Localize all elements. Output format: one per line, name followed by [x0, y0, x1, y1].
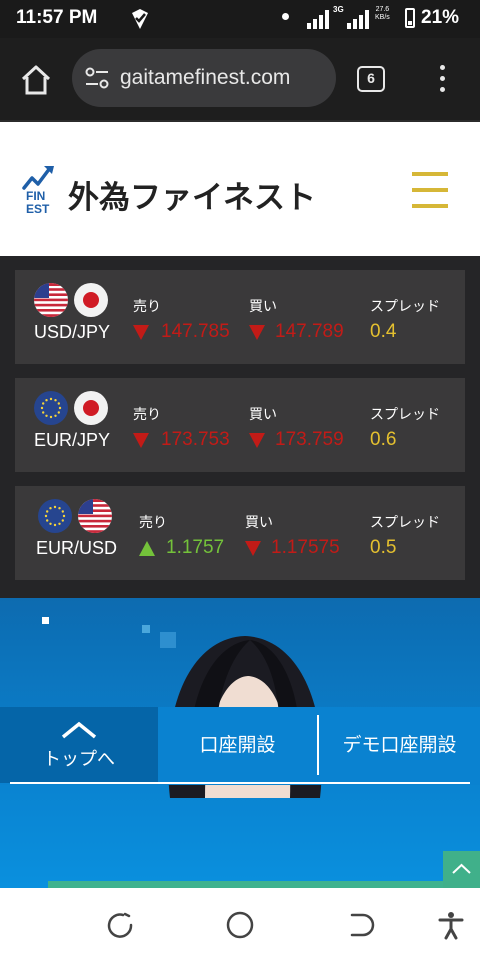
decor-square	[142, 625, 150, 633]
buy-rate: 173.759	[275, 429, 344, 450]
network-type: 3G	[333, 5, 344, 14]
battery-icon	[405, 8, 415, 28]
eu-flag-icon	[34, 391, 68, 425]
finest-logo-icon[interactable]: FIN EST	[22, 164, 66, 214]
network-speed: 27.6 KB/s	[375, 6, 390, 21]
svg-text:FIN: FIN	[26, 189, 45, 203]
address-bar[interactable]: gaitamefinest.com	[72, 49, 336, 107]
back-to-top-label: トップへ	[43, 749, 115, 770]
status-time: 11:57 PM	[16, 7, 98, 28]
spread-value: 0.4	[370, 321, 397, 342]
url-text[interactable]: gaitamefinest.com	[120, 66, 290, 90]
us-flag-icon	[78, 499, 112, 533]
accessibility-icon[interactable]	[436, 910, 466, 940]
nav-underline	[10, 782, 470, 784]
spread-label: スプレッド	[370, 515, 440, 531]
buy-rate: 147.789	[275, 321, 344, 342]
notification-dot-icon	[282, 13, 289, 20]
down-arrow-icon	[245, 541, 261, 556]
home-icon[interactable]	[16, 60, 56, 100]
svg-text:EST: EST	[26, 202, 50, 214]
back-icon[interactable]	[346, 910, 376, 940]
buy-label: 買い	[245, 515, 273, 531]
fx-rates-panel: USD/JPY 売り 買い スプレッド 147.785 147.789 0.4 …	[0, 256, 480, 598]
demo-account-button[interactable]: デモ口座開設	[319, 707, 480, 783]
browser-toolbar: gaitamefinest.com 6	[0, 38, 480, 120]
spread-label: スプレッド	[370, 299, 440, 315]
signal-strength-icon-2	[347, 10, 369, 29]
site-header: FIN EST 外為ファイネスト	[0, 120, 480, 256]
buy-label: 買い	[249, 407, 277, 423]
jp-flag-icon	[74, 391, 108, 425]
tab-switcher-button[interactable]: 6	[357, 66, 385, 92]
eu-flag-icon	[38, 499, 72, 533]
spread-value: 0.5	[370, 537, 397, 558]
currency-pair: EUR/JPY	[34, 430, 111, 450]
back-to-top-button[interactable]: トップへ	[0, 707, 158, 783]
sell-label: 売り	[133, 407, 161, 423]
down-arrow-icon	[133, 433, 149, 448]
home-circle-icon[interactable]	[225, 910, 255, 940]
chevron-up-icon	[452, 863, 471, 874]
spread-label: スプレッド	[370, 407, 440, 423]
spread-value: 0.6	[370, 429, 397, 450]
rate-card-eurjpy[interactable]: EUR/JPY 売り 買い スプレッド 173.753 173.759 0.6	[15, 378, 465, 472]
down-arrow-icon	[249, 325, 265, 340]
rate-card-eurusd[interactable]: EUR/USD 売り 買い スプレッド 1.1757 1.17575 0.5	[15, 486, 465, 580]
currency-pair: USD/JPY	[34, 322, 111, 342]
status-bar: 11:57 PM 3G 27.6 KB/s 21%	[0, 0, 480, 38]
buy-label: 買い	[249, 299, 277, 315]
open-account-button[interactable]: 口座開設	[158, 707, 317, 783]
sell-label: 売り	[139, 515, 167, 531]
android-nav-bar	[0, 888, 480, 960]
site-logo-text[interactable]: 外為ファイネスト	[68, 172, 316, 217]
sell-rate: 173.753	[161, 429, 230, 450]
sell-label: 売り	[133, 299, 161, 315]
currency-pair: EUR/USD	[36, 538, 118, 558]
green-banner-edge	[48, 881, 443, 888]
rate-card-usdjpy[interactable]: USD/JPY 売り 買い スプレッド 147.785 147.789 0.4	[15, 270, 465, 364]
sell-rate: 1.1757	[166, 537, 225, 558]
more-menu-icon[interactable]	[432, 64, 452, 94]
notification-check-icon	[132, 9, 148, 29]
buy-rate: 1.17575	[271, 537, 340, 558]
down-arrow-icon	[133, 325, 149, 340]
hamburger-menu-icon[interactable]	[412, 172, 448, 208]
site-settings-icon[interactable]	[84, 66, 110, 90]
up-arrow-icon	[139, 541, 155, 556]
site-bottom-nav: トップへ 口座開設 デモ口座開設	[0, 707, 480, 785]
signal-strength-icon	[307, 10, 329, 29]
chevron-up-icon	[61, 721, 97, 739]
decor-square	[42, 617, 49, 624]
down-arrow-icon	[249, 433, 265, 448]
recent-apps-icon[interactable]	[105, 910, 135, 940]
battery-percent: 21%	[421, 7, 460, 28]
page-top-button[interactable]	[443, 851, 480, 888]
us-flag-icon	[34, 283, 68, 317]
jp-flag-icon	[74, 283, 108, 317]
sell-rate: 147.785	[161, 321, 230, 342]
